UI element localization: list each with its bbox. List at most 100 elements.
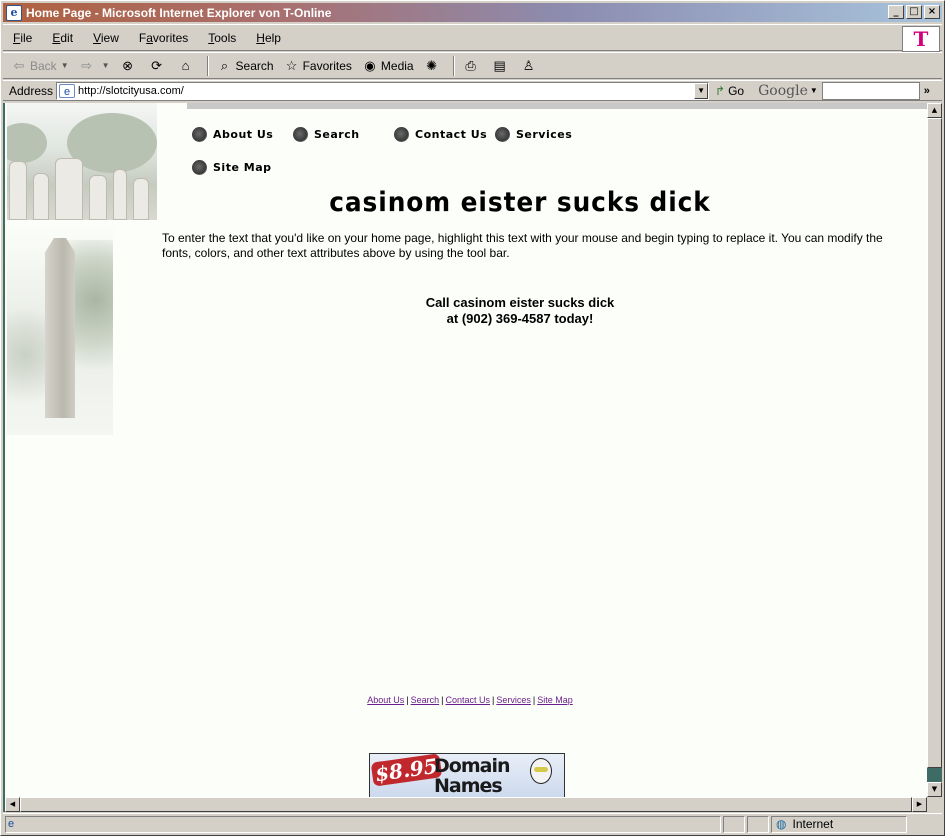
call-line-1: Call casinom eister sucks dick [425, 295, 615, 310]
footer-link-services[interactable]: Services [496, 695, 531, 705]
footer-link-contact[interactable]: Contact Us [445, 695, 490, 705]
print-button[interactable]: ⎙ [463, 58, 482, 74]
refresh-button[interactable]: ⟳ [149, 58, 168, 74]
status-pane [723, 815, 745, 833]
header-rule [187, 103, 927, 109]
menu-tools[interactable]: Tools [204, 31, 236, 45]
nav-search[interactable]: Search [293, 127, 360, 142]
ad-text-line-1: Domain [434, 755, 510, 777]
horizontal-scrollbar[interactable]: ◀ ▶ [5, 797, 927, 812]
obelisk-photo [7, 220, 113, 435]
menu-favorites[interactable]: Favorites [135, 31, 188, 45]
edit-page-icon: ▤ [493, 57, 506, 73]
chevron-down-icon[interactable]: ▼ [61, 61, 69, 70]
window-title: Home Page - Microsoft Internet Explorer … [26, 5, 332, 20]
nav-services[interactable]: Services [495, 127, 572, 142]
page-viewport: About Us Search Contact Us Services Site… [3, 103, 942, 812]
globe-icon: ◍ [776, 817, 787, 831]
nav-about-us-label: About Us [213, 128, 274, 141]
horizontal-scroll-thumb[interactable] [20, 797, 912, 812]
scroll-down-button[interactable]: ▼ [927, 782, 942, 797]
footer-link-about[interactable]: About Us [367, 695, 404, 705]
footer-link-search[interactable]: Search [411, 695, 440, 705]
home-icon: ⌂ [181, 57, 190, 73]
google-search-input[interactable] [821, 81, 920, 100]
go-label: Go [728, 83, 745, 98]
scrollbar-corner [927, 797, 942, 812]
minimize-button[interactable]: _ [888, 5, 904, 19]
menu-file[interactable]: File [9, 31, 32, 45]
footer-separator: | [532, 695, 536, 705]
home-button[interactable]: ⌂ [178, 58, 197, 74]
stop-icon: ⊗ [122, 57, 133, 73]
back-label: Back [30, 58, 57, 73]
back-button[interactable]: ⇦ Back ▼ [11, 58, 69, 74]
cemetery-photo [7, 103, 157, 220]
footer-separator: | [406, 695, 409, 705]
forward-arrow-icon: ⇨ [81, 57, 93, 73]
close-button[interactable]: × [924, 5, 940, 19]
printer-icon: ⎙ [465, 57, 476, 73]
t-online-logo: T [902, 26, 940, 52]
address-input[interactable]: e http://slotcityusa.com/ ▼ [56, 81, 710, 100]
nav-about-us[interactable]: About Us [192, 127, 273, 142]
nav-bullet-icon [394, 127, 409, 142]
edit-button[interactable]: ▤ [492, 58, 511, 74]
chevron-down-icon[interactable]: ▼ [102, 61, 110, 70]
favorites-button[interactable]: ☆ Favorites [284, 58, 352, 74]
address-url: http://slotcityusa.com/ [78, 84, 184, 97]
maximize-button[interactable]: □ [906, 5, 922, 19]
search-button[interactable]: ⌕ Search [217, 58, 274, 74]
footer-separator: | [492, 695, 495, 705]
stop-button[interactable]: ⊗ [120, 58, 139, 74]
scroll-up-button[interactable]: ▲ [927, 103, 942, 118]
refresh-icon: ⟳ [151, 57, 162, 73]
nav-bullet-icon [495, 127, 510, 142]
footer-link-sitemap[interactable]: Site Map [537, 695, 573, 705]
ad-text-line-2: Names [434, 775, 503, 797]
title-bar[interactable]: e Home Page - Microsoft Internet Explore… [3, 3, 942, 22]
toolbar-separator [206, 55, 209, 76]
address-dropdown-button[interactable]: ▼ [694, 82, 709, 99]
menu-view[interactable]: View [89, 31, 119, 45]
page-icon: e [59, 83, 76, 98]
web-page: About Us Search Contact Us Services Site… [5, 103, 927, 797]
toolbar-overflow-icon[interactable]: » [924, 85, 930, 97]
google-toolbar-logo[interactable]: Google [758, 83, 808, 99]
nav-bullet-icon [192, 160, 207, 175]
ad-text: Domain Names [434, 755, 510, 797]
vertical-scroll-thumb[interactable] [927, 118, 942, 768]
domain-names-ad-banner[interactable]: $8.95 Domain Names [369, 753, 565, 797]
status-text-pane: e [5, 815, 721, 833]
chevron-down-icon[interactable]: ▼ [810, 86, 818, 95]
standard-toolbar: ⇦ Back ▼ ⇨ ▼ ⊗ ⟳ ⌂ ⌕ Search ☆ Favorites … [3, 52, 942, 79]
scroll-right-button[interactable]: ▶ [912, 797, 927, 812]
media-button[interactable]: ◉ Media [362, 58, 414, 74]
status-pane [747, 815, 769, 833]
browser-window: e Home Page - Microsoft Internet Explore… [0, 0, 945, 836]
menu-edit[interactable]: Edit [48, 31, 73, 45]
search-label: Search [235, 58, 274, 73]
nav-search-label: Search [314, 128, 360, 141]
go-daddy-mascot-icon [530, 758, 552, 784]
nav-site-map-label: Site Map [213, 161, 272, 174]
history-button[interactable]: ✺ [424, 58, 443, 74]
call-line-2: at (902) 369-4587 today! [446, 311, 594, 326]
search-icon: ⌕ [220, 57, 229, 73]
media-label: Media [380, 58, 414, 73]
research-button[interactable]: ♙ [521, 58, 540, 74]
page-loaded-icon: e [8, 818, 15, 830]
menu-help[interactable]: Help [252, 31, 281, 45]
page-headline: casinom eister sucks dick [329, 187, 711, 218]
vertical-scrollbar[interactable]: ▲ ▼ [927, 103, 942, 797]
scroll-left-button[interactable]: ◀ [5, 797, 20, 812]
address-bar: Address e http://slotcityusa.com/ ▼ ↱ Go… [3, 80, 942, 101]
nav-site-map[interactable]: Site Map [192, 160, 271, 175]
forward-button[interactable]: ⇨ ▼ [79, 57, 110, 74]
history-icon: ✺ [426, 57, 438, 73]
nav-contact-us[interactable]: Contact Us [394, 127, 487, 142]
security-zone-label: Internet [792, 817, 834, 831]
back-arrow-icon: ⇦ [13, 57, 25, 73]
intro-text: To enter the text that you'd like on you… [162, 231, 883, 260]
go-button[interactable]: ↱ Go [715, 84, 744, 98]
